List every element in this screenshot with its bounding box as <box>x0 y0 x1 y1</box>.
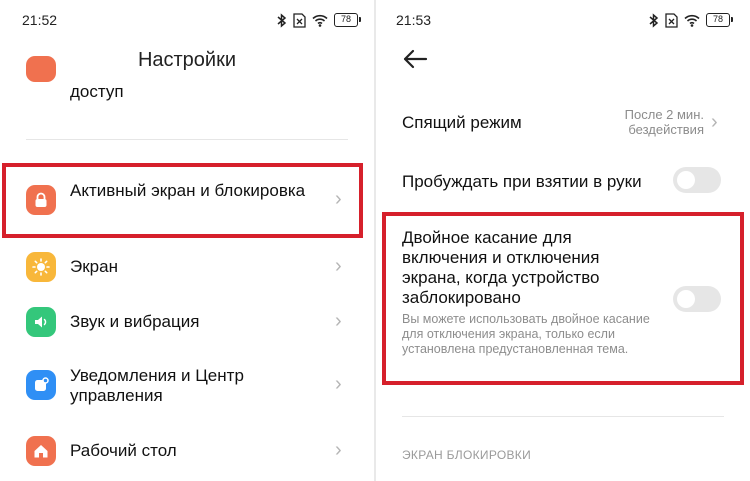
divider <box>402 416 724 417</box>
chevron-right-icon: › <box>335 373 342 395</box>
divider <box>26 139 348 140</box>
wifi-icon <box>684 14 700 27</box>
settings-item-display[interactable]: Экран › <box>0 247 374 287</box>
sun-icon <box>26 252 56 282</box>
settings-item-notifications[interactable]: Уведомления и Центр управления › <box>0 356 374 414</box>
wifi-icon <box>312 14 328 27</box>
battery-indicator: 78 <box>706 13 733 27</box>
lock-icon <box>26 185 56 215</box>
status-icons: 78 <box>277 11 361 29</box>
raise-to-wake-row[interactable]: Пробуждать при взятии в руки <box>376 162 750 200</box>
partial-list-item[interactable]: доступ <box>0 56 374 104</box>
raise-to-wake-title: Пробуждать при взятии в руки <box>402 172 642 191</box>
settings-item-label: Уведомления и Центр управления <box>70 366 244 405</box>
status-time: 21:53 <box>396 12 432 28</box>
double-tap-toggle[interactable] <box>673 286 721 312</box>
double-tap-row[interactable]: Двойное касание для включения и отключен… <box>376 228 750 378</box>
settings-item-label: Экран <box>70 257 118 276</box>
sleep-mode-title: Спящий режим <box>402 113 522 132</box>
no-sim-icon <box>293 12 306 28</box>
active-screen-settings-screen: 21:53 78 Спящий режим После 2 мин. безде… <box>376 0 750 481</box>
settings-item-desktop[interactable]: Рабочий стол › <box>0 431 374 471</box>
home-icon <box>26 436 56 466</box>
settings-screen: 21:52 78 Настройки доступ Активный экран… <box>0 0 374 481</box>
page-title: Настройки <box>137 49 237 71</box>
status-bar: 21:52 78 <box>0 0 374 40</box>
no-sim-icon <box>665 12 678 28</box>
settings-item-active-screen-lock[interactable]: Активный экран и блокировка › <box>0 164 374 236</box>
back-arrow-icon[interactable] <box>400 46 430 72</box>
settings-item-sound[interactable]: Звук и вибрация › <box>0 302 374 342</box>
double-tap-title: Двойное касание для включения и отключен… <box>402 228 600 307</box>
bluetooth-icon <box>649 12 659 28</box>
settings-item-label: Активный экран и блокировка <box>70 181 306 200</box>
partial-item-label: доступ <box>70 82 124 101</box>
raise-to-wake-toggle[interactable] <box>673 167 721 193</box>
sleep-mode-row[interactable]: Спящий режим После 2 мин. бездействия › <box>376 103 750 143</box>
settings-item-label: Рабочий стол <box>70 441 177 460</box>
chevron-right-icon: › <box>335 310 342 332</box>
sleep-mode-value: После 2 мин. бездействия <box>624 107 704 137</box>
status-time: 21:52 <box>22 12 58 28</box>
status-icons: 78 <box>649 11 733 29</box>
chevron-right-icon: › <box>335 255 342 277</box>
chevron-right-icon: › <box>711 111 718 133</box>
chevron-right-icon: › <box>335 188 342 210</box>
chevron-right-icon: › <box>335 439 342 461</box>
bluetooth-icon <box>277 12 287 28</box>
settings-item-label: Звук и вибрация <box>70 312 200 331</box>
status-bar: 21:53 78 <box>376 0 750 40</box>
notification-icon <box>26 370 56 400</box>
accessibility-icon <box>26 56 56 82</box>
section-header-lock-screen: ЭКРАН БЛОКИРОВКИ <box>402 448 532 462</box>
battery-indicator: 78 <box>334 13 361 27</box>
double-tap-description: Вы можете использовать двойное касание д… <box>402 312 650 356</box>
speaker-icon <box>26 307 56 337</box>
